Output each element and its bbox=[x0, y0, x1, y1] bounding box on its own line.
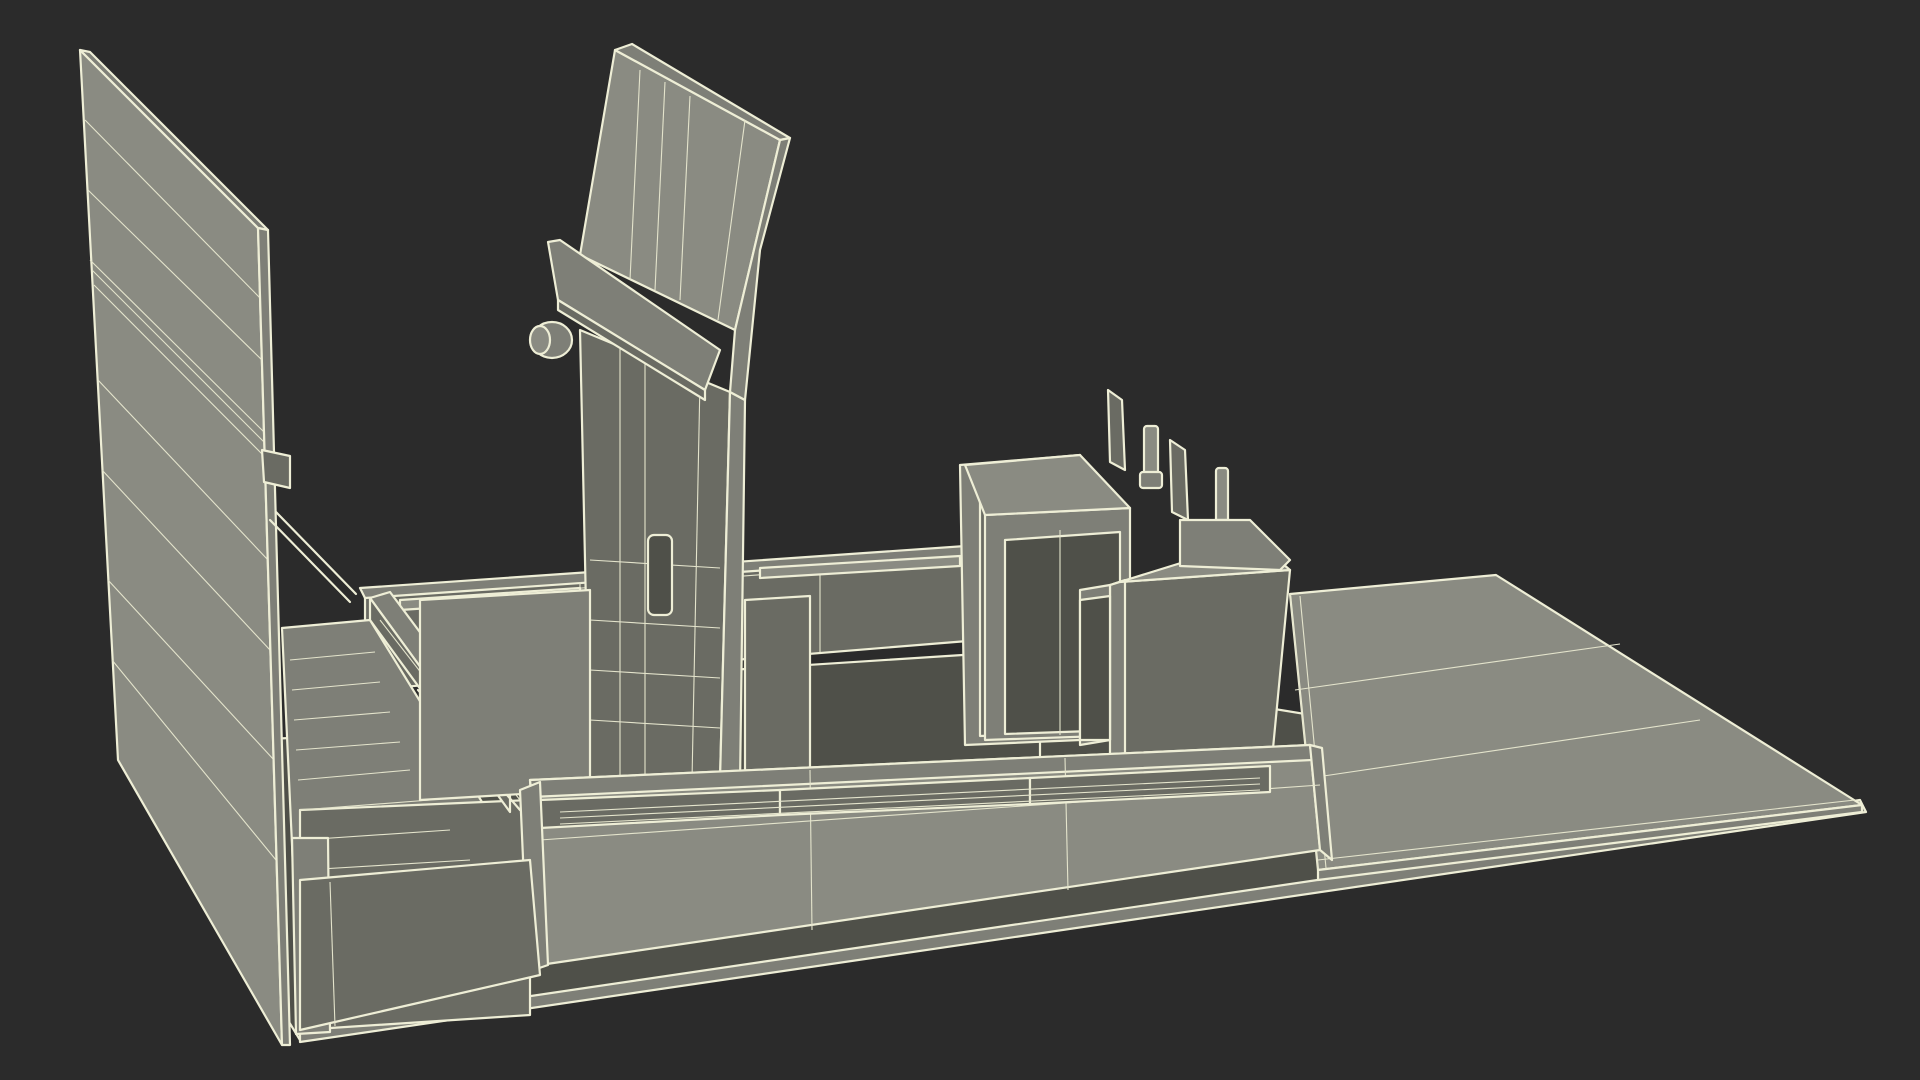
knob bbox=[528, 320, 574, 360]
render-viewport bbox=[0, 0, 1920, 1080]
wireframe-model bbox=[78, 42, 1868, 1047]
control-panel bbox=[1078, 388, 1292, 797]
ramp-platform bbox=[1288, 573, 1864, 882]
left-tall-wall bbox=[78, 48, 292, 1047]
